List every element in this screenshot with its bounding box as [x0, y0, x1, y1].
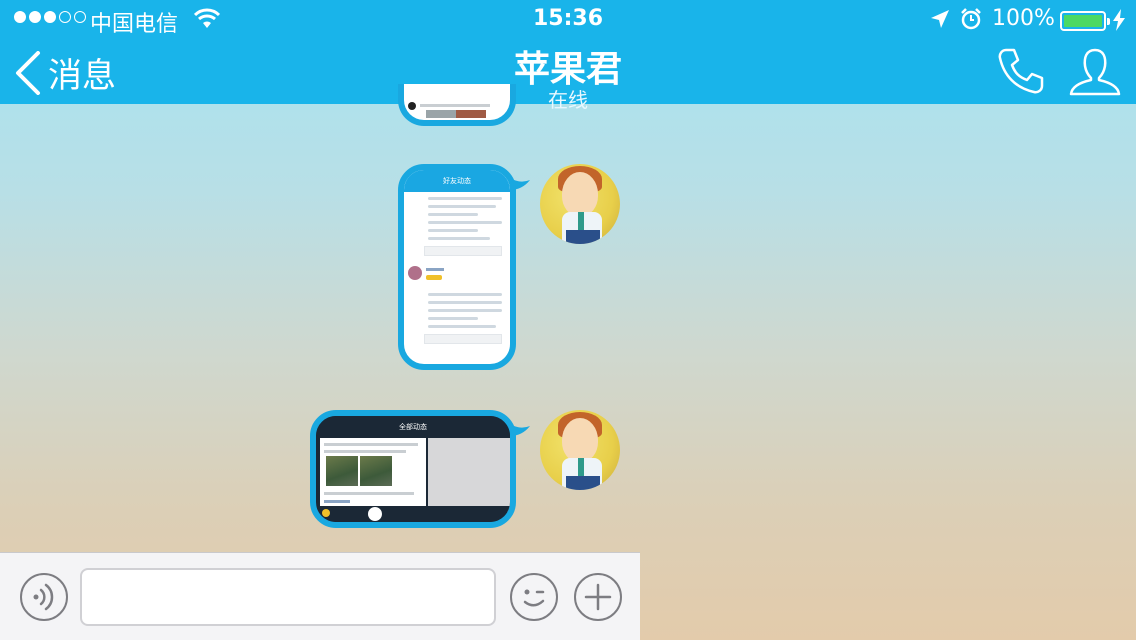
screenshot-title: 好友动态	[404, 170, 510, 192]
message-image-1[interactable]: 好友动态	[398, 164, 622, 370]
online-status: 在线	[548, 88, 588, 112]
emoji-button[interactable]	[510, 573, 558, 621]
avatar[interactable]	[540, 164, 620, 244]
input-bar	[0, 552, 640, 640]
charging-bolt-icon	[1113, 9, 1125, 31]
status-bar: 中国电信 15:36 100%	[0, 0, 1136, 40]
voice-button[interactable]	[20, 573, 68, 621]
person-icon	[1069, 48, 1121, 96]
profile-button[interactable]	[1068, 46, 1122, 100]
voice-icon	[33, 583, 54, 611]
avatar[interactable]	[540, 410, 620, 490]
phone-icon	[998, 48, 1044, 94]
message-partial[interactable]	[398, 84, 516, 126]
emoji-icon	[523, 589, 545, 607]
more-button[interactable]	[574, 573, 622, 621]
location-arrow-icon	[931, 10, 949, 28]
message-input[interactable]	[80, 568, 496, 626]
alarm-clock-icon	[961, 8, 981, 30]
message-bubble[interactable]: 全部动态	[310, 410, 516, 528]
message-bubble[interactable]: 好友动态	[398, 164, 516, 370]
battery-icon	[1060, 11, 1110, 31]
bubble-tail	[510, 424, 530, 436]
call-button[interactable]	[996, 46, 1046, 100]
plus-icon	[584, 583, 612, 611]
message-image-2[interactable]: 全部动态	[310, 410, 622, 528]
top-bar: 中国电信 15:36 100% 消息 苹果君 在线	[0, 0, 1136, 112]
screenshot-title: 全部动态	[316, 416, 510, 438]
bubble-tail	[510, 178, 530, 190]
battery-percentage: 100%	[992, 6, 1055, 31]
